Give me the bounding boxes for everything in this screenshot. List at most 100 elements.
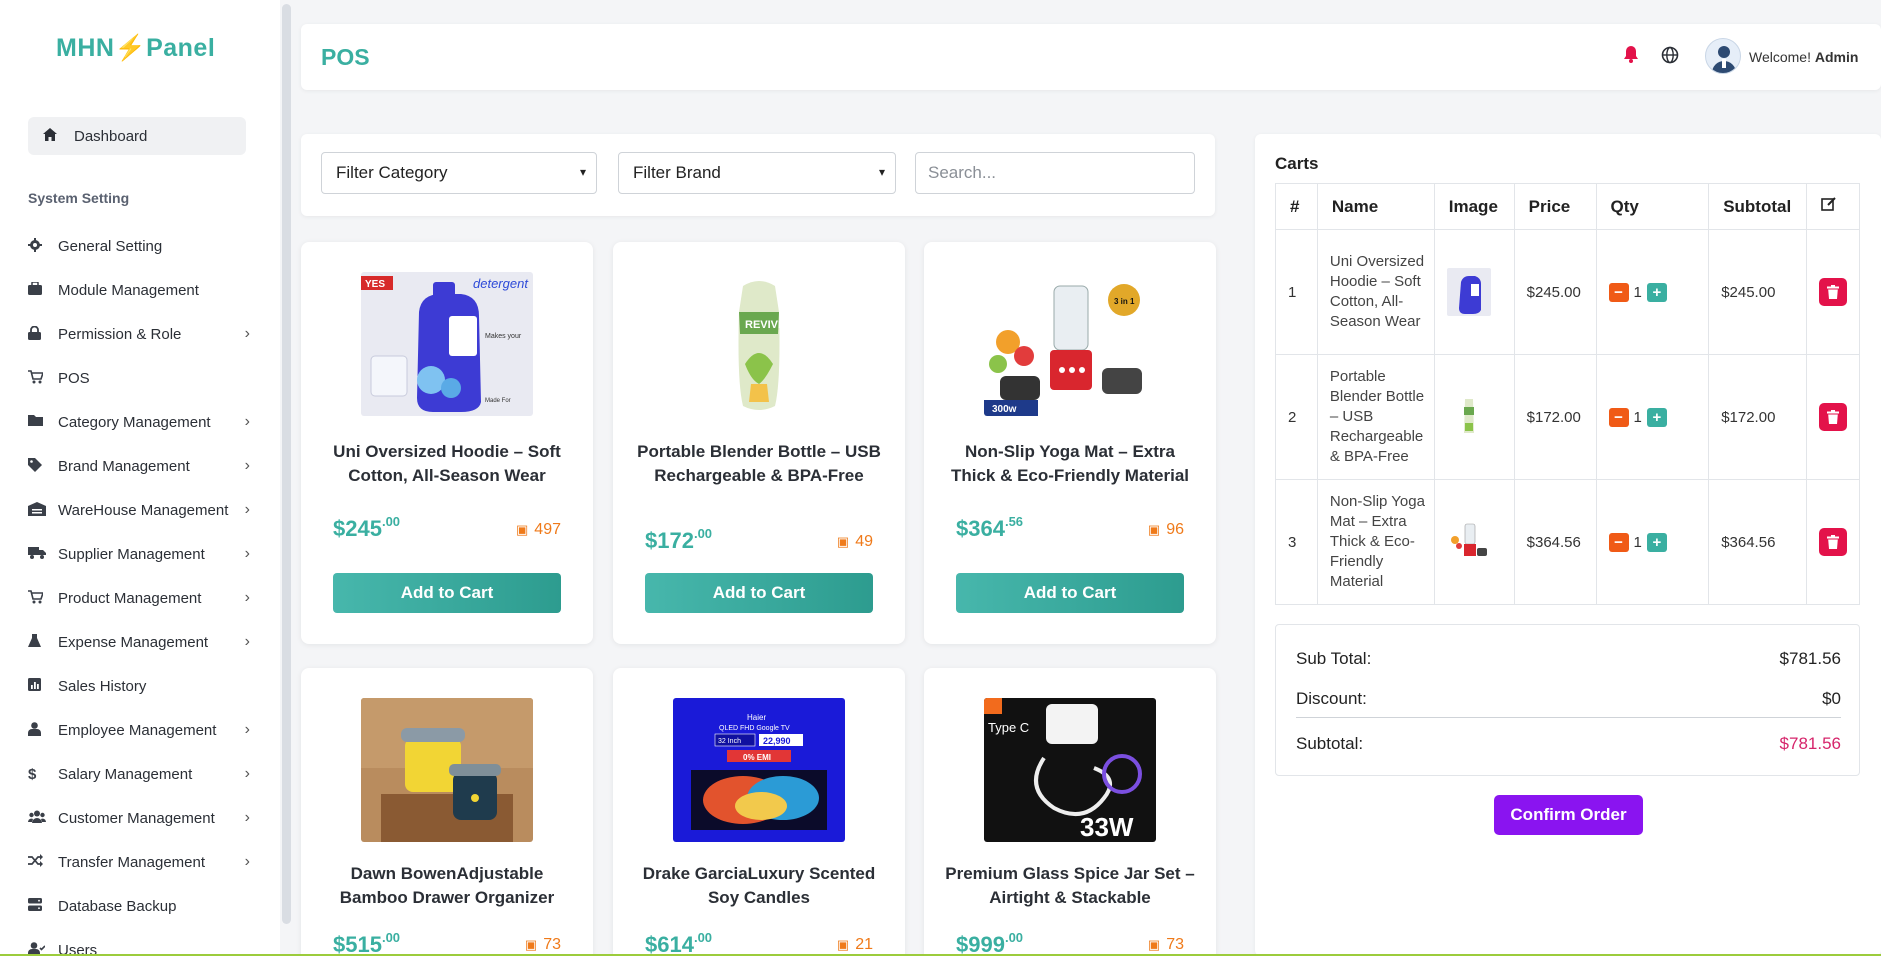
filter-category-select[interactable]: Filter Category ▾ [321,152,597,194]
sidebar-item-supplier-management[interactable]: Supplier Management › [28,532,250,576]
sidebar-item-product-management[interactable]: Product Management › [28,576,250,620]
sidebar-item-salary-management[interactable]: $ Salary Management › [28,752,250,796]
product-stock-count: 73 [1166,936,1184,953]
quantity-stepper: − 1 + [1608,282,1709,302]
sidebar-item-brand-management[interactable]: Brand Management › [28,444,250,488]
qty-decrease-button[interactable]: − [1608,282,1629,302]
sidebar-item-expense-management[interactable]: Expense Management › [28,620,250,664]
sidebar-item-label: Database Backup [58,897,177,915]
cart-header-qty: Qty [1595,183,1710,230]
qty-increase-button[interactable]: + [1646,532,1667,552]
product-image[interactable] [361,698,533,842]
sidebar-item-transfer-management[interactable]: Transfer Management › [28,840,250,884]
add-to-cart-button[interactable]: Add to Cart [333,573,561,613]
globe-icon[interactable] [1661,46,1679,64]
product-image[interactable]: Haier QLED FHD Google TV 32 Inch 22,990 … [673,698,845,842]
search-input[interactable] [915,152,1195,194]
product-card: REVIVE Portable Blender Bottle – USB Rec… [613,242,905,644]
product-image-brand: Haier [747,713,766,722]
qty-increase-button[interactable]: + [1646,282,1667,302]
brand-name-left: MHN [56,34,115,62]
qty-increase-button[interactable]: + [1646,407,1667,427]
cart-row-actions [1806,479,1860,605]
product-card: YES detergent Makes your Made For Uni Ov… [301,242,593,644]
cart-row-subtotal: $245.00 [1708,229,1808,355]
cart-row-actions [1806,229,1860,355]
dollar-icon: $ [28,765,37,783]
truck-icon [28,546,52,562]
product-name[interactable]: Portable Blender Bottle – USB Rechargeab… [633,440,885,488]
qty-decrease-button[interactable]: − [1608,532,1629,552]
cart-row-image [1446,268,1491,316]
sidebar-item-permission-role[interactable]: Permission & Role › [28,312,250,356]
cart-header-num: # [1275,183,1318,230]
add-to-cart-button[interactable]: Add to Cart [645,573,873,613]
product-image[interactable]: YES detergent Makes your Made For [361,272,533,416]
cart-row-num: 2 [1275,354,1318,480]
sidebar-item-module-management[interactable]: Module Management [28,268,250,312]
qty-decrease-button[interactable]: − [1608,407,1629,427]
cart-header-image: Image [1433,183,1515,230]
filter-brand-select[interactable]: Filter Brand ▾ [618,152,896,194]
product-price-main: $245 [333,516,382,541]
product-card: Haier QLED FHD Google TV 32 Inch 22,990 … [613,668,905,956]
trash-icon[interactable] [1819,528,1848,556]
cart-row-subtotal: $364.56 [1708,479,1808,605]
edit-icon[interactable] [1806,183,1860,230]
sidebar-item-dashboard[interactable]: Dashboard [28,117,246,155]
cart-header-row: # Name Image Price Qty Subtotal [1275,183,1860,230]
chevron-down-icon: ▾ [579,165,586,179]
brand-logo[interactable]: MHN⚡Panel [56,34,215,63]
sidebar-item-general-setting[interactable]: General Setting [28,224,250,268]
filter-brand-value: Filter Brand [633,163,721,182]
flask-icon [28,633,52,651]
add-to-cart-button[interactable]: Add to Cart [956,573,1184,613]
sidebar-item-employee-management[interactable]: Employee Management › [28,708,250,752]
product-image[interactable]: REVIVE [673,272,845,416]
summary-label: Sub Total: [1296,649,1372,668]
sidebar-item-label: Module Management [58,281,199,299]
user-name: Admin [1814,49,1859,65]
tag-icon [28,457,52,475]
product-name[interactable]: Dawn BowenAdjustable Bamboo Drawer Organ… [321,862,573,910]
product-name[interactable]: Premium Glass Spice Jar Set – Airtight &… [944,862,1196,910]
sidebar-item-users[interactable]: Users [28,928,250,956]
trash-icon[interactable] [1819,403,1848,431]
sidebar-item-database-backup[interactable]: Database Backup [28,884,250,928]
cart-title: Carts [1275,154,1319,173]
product-image[interactable]: 3 in 1 300w [984,272,1156,416]
box-icon: ▣ [1147,937,1161,952]
sidebar-scrollbar[interactable] [282,4,291,924]
product-image[interactable]: Type C 33W [984,698,1156,842]
confirm-order-button[interactable]: Confirm Order [1494,795,1643,835]
trash-icon[interactable] [1819,278,1848,306]
sidebar-item-sales-history[interactable]: Sales History [28,664,250,708]
cart-row-subtotal: $172.00 [1708,354,1808,480]
sidebar-item-pos[interactable]: POS [28,356,250,400]
sidebar-nav-list: General Setting Module Management Permis… [28,224,250,956]
sidebar-item-label: Salary Management [58,765,193,783]
summary-label: Discount: [1296,689,1367,708]
summary-total-value: $781.56 [1779,734,1841,753]
sidebar-item-customer-management[interactable]: Customer Management › [28,796,250,840]
bell-icon[interactable] [1623,45,1641,65]
users-icon [28,810,52,826]
cart-row: 3 Non-Slip Yoga Mat – Extra Thick & Eco-… [1275,479,1860,605]
avatar[interactable] [1705,38,1741,74]
product-name[interactable]: Drake GarciaLuxury Scented Soy Candles [633,862,885,910]
cart-row-price: $245.00 [1513,229,1597,355]
cart-header-subtotal: Subtotal [1708,183,1808,230]
sidebar-item-label: Sales History [58,677,147,695]
product-price-main: $172 [645,528,694,553]
sidebar-item-warehouse-management[interactable]: WareHouse Management › [28,488,250,532]
product-stock: ▣ 73 [525,936,561,954]
product-name[interactable]: Non-Slip Yoga Mat – Extra Thick & Eco-Fr… [944,440,1196,488]
chevron-right-icon: › [244,853,250,870]
sidebar-item-label: Category Management [58,413,211,431]
sidebar-item-category-management[interactable]: Category Management › [28,400,250,444]
product-image-tag: YES [365,279,385,290]
welcome-text[interactable]: Welcome! Admin [1749,49,1858,65]
product-name[interactable]: Uni Oversized Hoodie – Soft Cotton, All-… [321,440,573,488]
product-price-cents: .00 [1004,930,1024,945]
cart-row-image-cell [1433,479,1515,605]
